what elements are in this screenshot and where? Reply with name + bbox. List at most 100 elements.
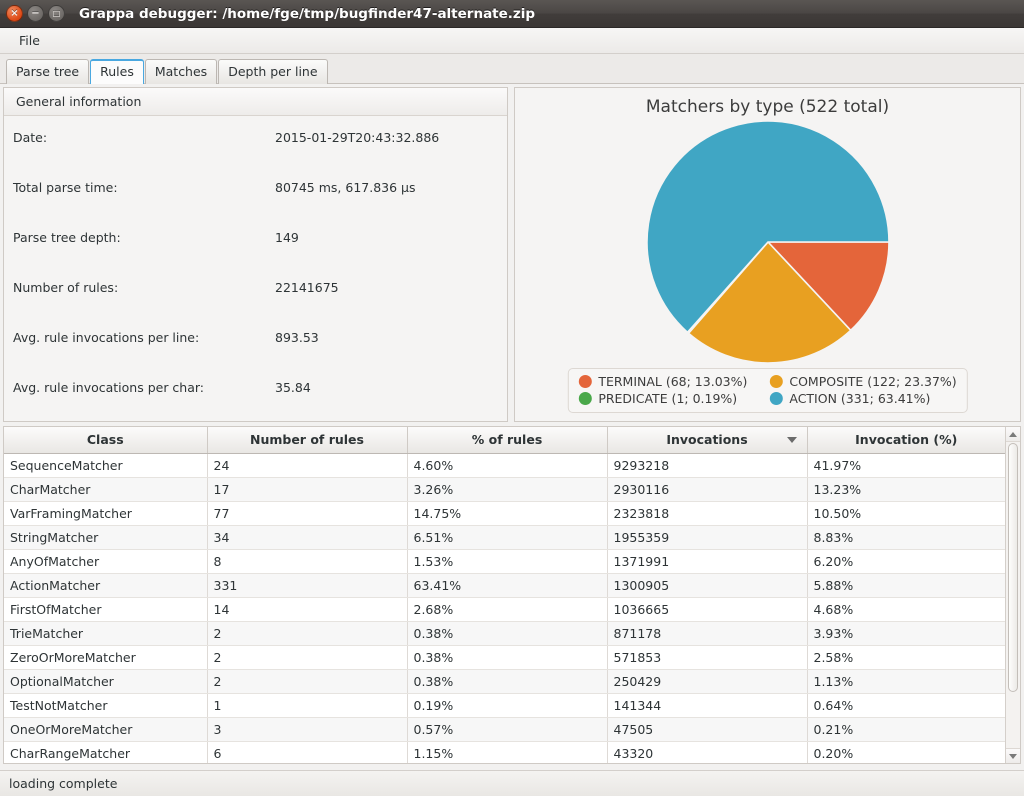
rules-table: Class Number of rules % of rules Invocat… xyxy=(4,427,1005,763)
table-row[interactable]: VarFramingMatcher 77 14.75% 2323818 10.50% xyxy=(4,501,1005,526)
minimize-window-icon[interactable]: − xyxy=(27,5,44,22)
table-row[interactable]: TrieMatcher 2 0.38% 871178 3.93% xyxy=(4,621,1005,646)
cell-invocation-pct: 10.50% xyxy=(807,501,1005,526)
cell-pct-of-rules: 3.26% xyxy=(407,477,608,502)
cell-invocations: 1371991 xyxy=(607,549,808,574)
column-header-number-of-rules[interactable]: Number of rules xyxy=(207,427,408,454)
cell-number-of-rules: 2 xyxy=(207,621,408,646)
cell-number-of-rules: 34 xyxy=(207,525,408,550)
cell-class: AnyOfMatcher xyxy=(4,549,208,574)
legend-swatch-predicate xyxy=(578,392,592,405)
cell-class: StringMatcher xyxy=(4,525,208,550)
column-header-invocations[interactable]: Invocations xyxy=(607,427,808,454)
cell-invocations: 571853 xyxy=(607,645,808,670)
legend-item-predicate: PREDICATE (1; 0.19%) xyxy=(578,391,747,406)
column-header-pct-of-rules[interactable]: % of rules xyxy=(407,427,608,454)
window-controls: × − □ xyxy=(0,5,65,22)
cell-number-of-rules: 331 xyxy=(207,573,408,598)
column-header-invocation-pct[interactable]: Invocation (%) xyxy=(807,427,1005,454)
table-row[interactable]: SequenceMatcher 24 4.60% 9293218 41.97% xyxy=(4,453,1005,478)
cell-class: FirstOfMatcher xyxy=(4,597,208,622)
scroll-down-icon[interactable] xyxy=(1006,748,1020,763)
cell-invocations: 1955359 xyxy=(607,525,808,550)
cell-pct-of-rules: 0.38% xyxy=(407,621,608,646)
cell-invocations: 9293218 xyxy=(607,453,808,478)
legend-label-action: ACTION (331; 63.41%) xyxy=(789,391,931,406)
cell-invocations: 2930116 xyxy=(607,477,808,502)
table-row[interactable]: TestNotMatcher 1 0.19% 141344 0.64% xyxy=(4,693,1005,718)
tab-strip: Parse tree Rules Matches Depth per line xyxy=(0,54,1024,84)
cell-invocations: 1300905 xyxy=(607,573,808,598)
table-row[interactable]: CharRangeMatcher 6 1.15% 43320 0.20% xyxy=(4,741,1005,763)
status-message: loading complete xyxy=(9,776,118,791)
table-row[interactable]: StringMatcher 34 6.51% 1955359 8.83% xyxy=(4,525,1005,550)
cell-invocations: 43320 xyxy=(607,741,808,763)
rules-table-inner: Class Number of rules % of rules Invocat… xyxy=(4,427,1005,763)
cell-invocations: 871178 xyxy=(607,621,808,646)
info-label-avg-invocations-per-line: Avg. rule invocations per line: xyxy=(13,330,200,345)
legend-item-composite: COMPOSITE (122; 23.37%) xyxy=(769,374,957,389)
table-row[interactable]: FirstOfMatcher 14 2.68% 1036665 4.68% xyxy=(4,597,1005,622)
table-row[interactable]: ActionMatcher 331 63.41% 1300905 5.88% xyxy=(4,573,1005,598)
cell-pct-of-rules: 0.38% xyxy=(407,669,608,694)
upper-split-pane: General information Date: 2015-01-29T20:… xyxy=(0,84,1024,422)
info-label-parse-tree-depth: Parse tree depth: xyxy=(13,230,121,245)
info-row-parse-tree-depth: Parse tree depth: 149 xyxy=(4,230,507,280)
legend-label-composite: COMPOSITE (122; 23.37%) xyxy=(789,374,957,389)
cell-pct-of-rules: 0.19% xyxy=(407,693,608,718)
legend-item-action: ACTION (331; 63.41%) xyxy=(769,391,956,406)
cell-number-of-rules: 2 xyxy=(207,645,408,670)
close-window-icon[interactable]: × xyxy=(6,5,23,22)
table-header-row: Class Number of rules % of rules Invocat… xyxy=(4,427,1005,454)
info-value-avg-invocations-per-char: 35.84 xyxy=(275,380,311,395)
menu-item-file[interactable]: File xyxy=(10,31,49,50)
cell-invocation-pct: 6.20% xyxy=(807,549,1005,574)
scrollbar-track[interactable] xyxy=(1006,442,1020,748)
info-value-total-parse-time: 80745 ms, 617.836 µs xyxy=(275,180,416,195)
legend-swatch-terminal xyxy=(578,375,592,388)
cell-invocation-pct: 13.23% xyxy=(807,477,1005,502)
table-row[interactable]: OneOrMoreMatcher 3 0.57% 47505 0.21% xyxy=(4,717,1005,742)
cell-class: CharMatcher xyxy=(4,477,208,502)
tab-depth-per-line[interactable]: Depth per line xyxy=(218,59,328,84)
column-header-invocations-label: Invocations xyxy=(666,432,748,448)
table-row[interactable]: CharMatcher 17 3.26% 2930116 13.23% xyxy=(4,477,1005,502)
cell-invocation-pct: 0.20% xyxy=(807,741,1005,763)
cell-pct-of-rules: 0.38% xyxy=(407,645,608,670)
tab-parse-tree[interactable]: Parse tree xyxy=(6,59,90,84)
column-header-class[interactable]: Class xyxy=(4,427,208,454)
cell-number-of-rules: 2 xyxy=(207,669,408,694)
tab-matches[interactable]: Matches xyxy=(144,59,218,84)
cell-pct-of-rules: 6.51% xyxy=(407,525,608,550)
cell-invocations: 141344 xyxy=(607,693,808,718)
cell-pct-of-rules: 4.60% xyxy=(407,453,608,478)
table-vertical-scrollbar[interactable] xyxy=(1005,427,1020,763)
info-value-number-of-rules: 22141675 xyxy=(275,280,339,295)
table-row[interactable]: OptionalMatcher 2 0.38% 250429 1.13% xyxy=(4,669,1005,694)
info-label-date: Date: xyxy=(13,130,48,145)
maximize-window-icon[interactable]: □ xyxy=(48,5,65,22)
table-row[interactable]: ZeroOrMoreMatcher 2 0.38% 571853 2.58% xyxy=(4,645,1005,670)
info-value-date: 2015-01-29T20:43:32.886 xyxy=(275,130,440,145)
info-row-number-of-rules: Number of rules: 22141675 xyxy=(4,280,507,330)
maximize-glyph: □ xyxy=(52,8,61,18)
info-row-avg-invocations-per-char: Avg. rule invocations per char: 35.84 xyxy=(4,380,507,430)
cell-class: TestNotMatcher xyxy=(4,693,208,718)
cell-invocation-pct: 41.97% xyxy=(807,453,1005,478)
status-bar: loading complete xyxy=(0,770,1024,796)
scrollbar-thumb[interactable] xyxy=(1008,443,1018,693)
chart-legend: TERMINAL (68; 13.03%) COMPOSITE (122; 23… xyxy=(567,368,968,413)
legend-swatch-composite xyxy=(769,375,783,388)
pie-chart-svg xyxy=(645,120,890,364)
cell-number-of-rules: 14 xyxy=(207,597,408,622)
general-information-header: General information xyxy=(4,88,507,116)
scroll-up-icon[interactable] xyxy=(1006,427,1020,442)
cell-number-of-rules: 6 xyxy=(207,741,408,763)
general-information-panel: General information Date: 2015-01-29T20:… xyxy=(3,87,508,422)
cell-pct-of-rules: 1.15% xyxy=(407,741,608,763)
tab-rules[interactable]: Rules xyxy=(90,59,144,84)
cell-invocation-pct: 5.88% xyxy=(807,573,1005,598)
cell-pct-of-rules: 2.68% xyxy=(407,597,608,622)
table-row[interactable]: AnyOfMatcher 8 1.53% 1371991 6.20% xyxy=(4,549,1005,574)
cell-number-of-rules: 17 xyxy=(207,477,408,502)
